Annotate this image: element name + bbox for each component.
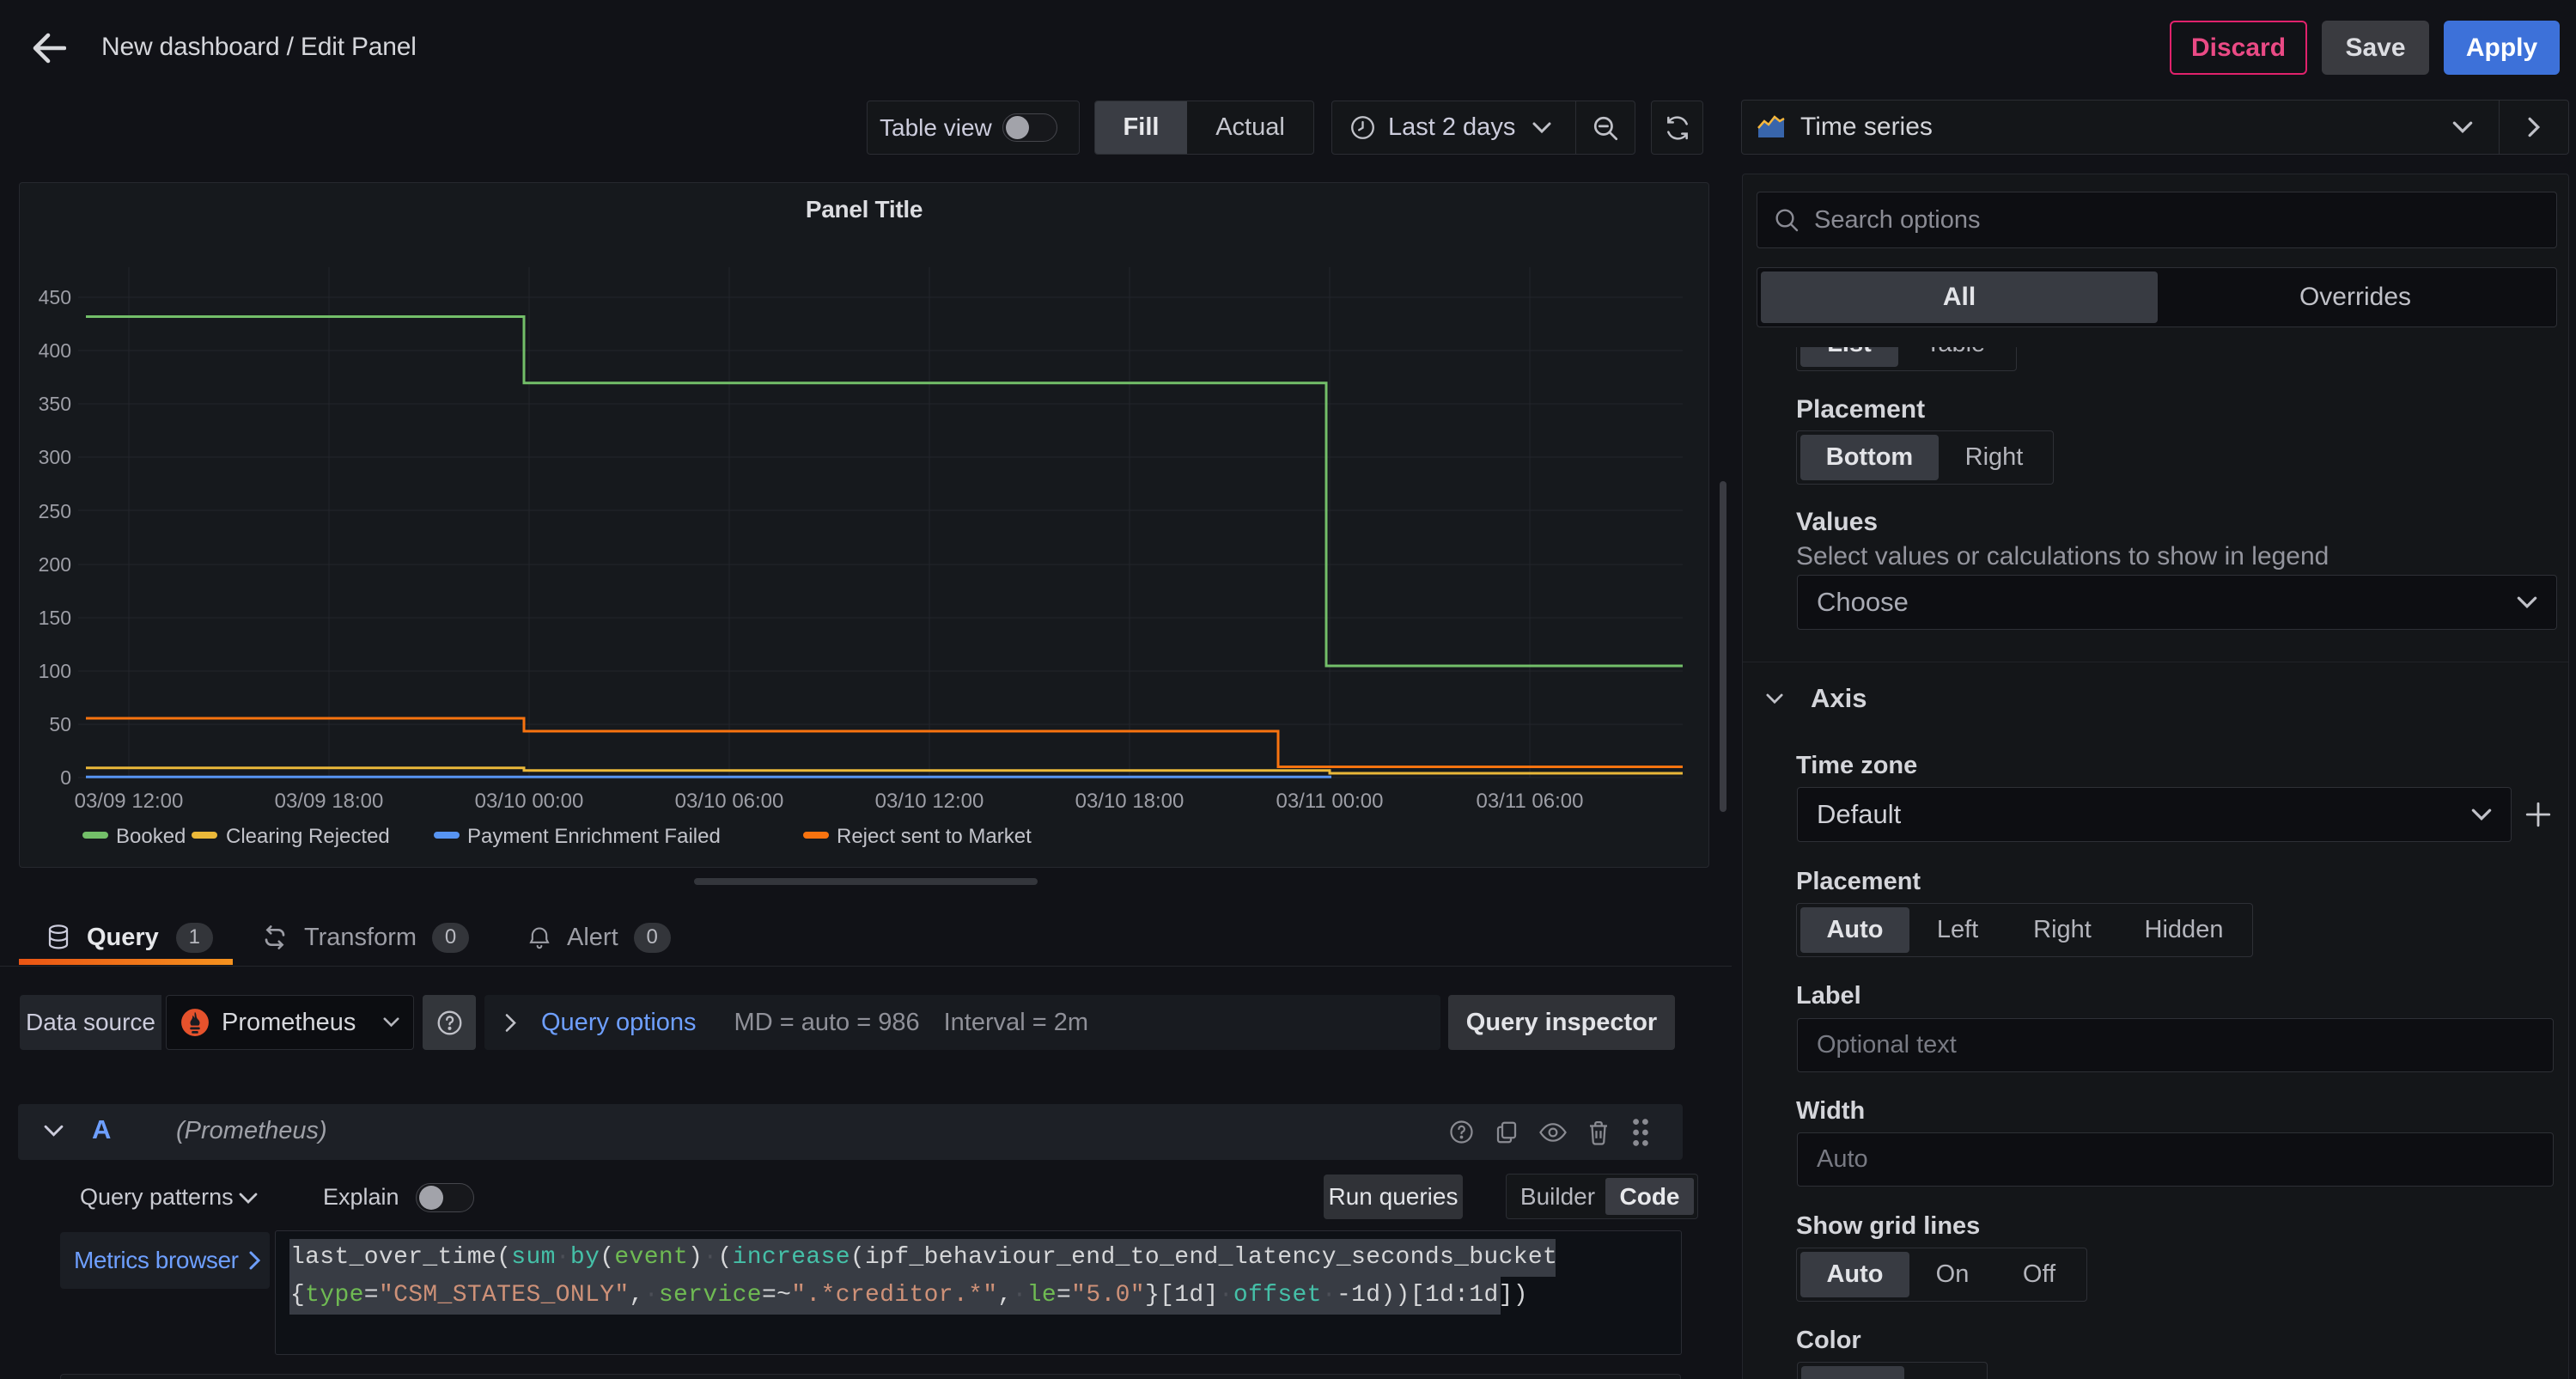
svg-text:300: 300 xyxy=(39,446,71,468)
svg-text:Reject sent to Market: Reject sent to Market xyxy=(837,825,1032,848)
svg-text:03/11 06:00: 03/11 06:00 xyxy=(1476,790,1583,813)
svg-text:250: 250 xyxy=(39,500,71,522)
svg-text:200: 200 xyxy=(39,553,71,576)
svg-text:03/09 18:00: 03/09 18:00 xyxy=(275,790,384,813)
svg-text:100: 100 xyxy=(39,660,71,682)
svg-text:03/10 06:00: 03/10 06:00 xyxy=(675,790,784,813)
svg-text:03/10 00:00: 03/10 00:00 xyxy=(475,790,584,813)
svg-text:50: 50 xyxy=(49,713,71,735)
svg-text:Clearing Rejected: Clearing Rejected xyxy=(226,825,390,848)
svg-text:Booked: Booked xyxy=(116,825,186,848)
svg-text:03/10 12:00: 03/10 12:00 xyxy=(875,790,984,813)
svg-text:03/10 18:00: 03/10 18:00 xyxy=(1075,790,1184,813)
svg-text:0: 0 xyxy=(60,766,71,789)
svg-text:03/11 00:00: 03/11 00:00 xyxy=(1276,790,1383,813)
svg-text:350: 350 xyxy=(39,393,71,415)
svg-text:400: 400 xyxy=(39,339,71,362)
svg-text:150: 150 xyxy=(39,607,71,629)
svg-text:Payment Enrichment Failed: Payment Enrichment Failed xyxy=(467,825,721,848)
svg-text:03/09 12:00: 03/09 12:00 xyxy=(75,790,184,813)
svg-text:450: 450 xyxy=(39,286,71,308)
